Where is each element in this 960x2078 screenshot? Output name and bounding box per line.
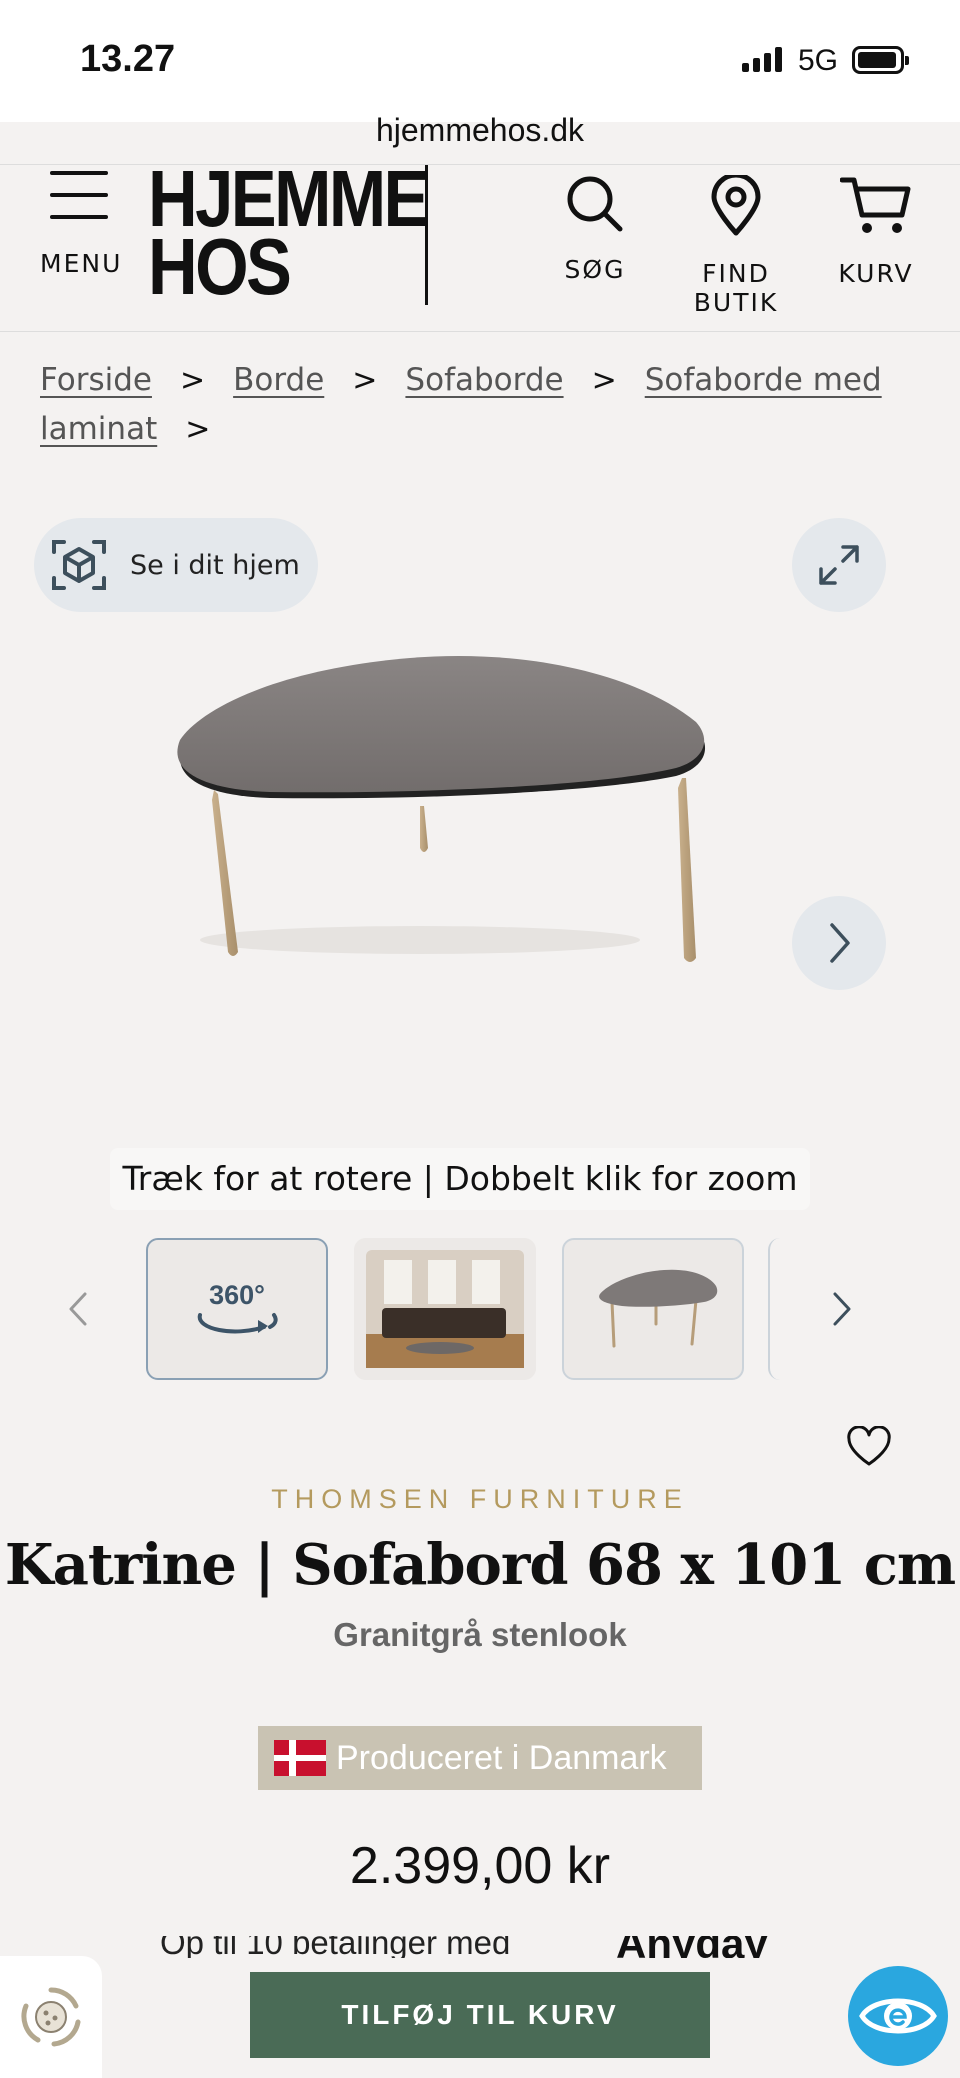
cart-header-button[interactable]: KURV [836,175,916,305]
product-image[interactable] [120,640,760,980]
heart-icon [847,1425,891,1466]
bottom-bar: TILFØJ TIL KURV [0,1956,960,2078]
chevron-right-icon: > [185,412,211,447]
cookie-icon [21,1987,81,2047]
breadcrumb-link[interactable]: Sofaborde [405,362,563,398]
accessibility-button[interactable] [848,1966,948,2066]
thumbnail-partial [768,1238,788,1380]
menu-button[interactable]: MENU [36,165,126,295]
network-label: 5G [798,44,839,77]
find-store-button[interactable]: FIND BUTIK [656,175,816,317]
product-variant: Granitgrå stenlook [333,1616,627,1653]
thumbnail-360-label: 360° [209,1279,265,1310]
chevron-right-icon: > [352,363,378,398]
breadcrumb-link[interactable]: Borde [233,362,324,398]
see-in-home-label: Se i dit hjem [130,549,300,581]
thumbnail-room-photo[interactable] [354,1238,536,1380]
product-title: Katrine | Sofabord 68 x 101 cm [4,1532,956,1598]
find-store-label: FIND BUTIK [693,259,779,317]
chevron-right-icon [830,923,850,963]
chevron-left-icon [69,1292,87,1326]
chevron-right-icon: > [591,363,617,398]
accessibility-eye-icon [859,1998,937,2034]
chevron-right-icon: > [179,363,206,398]
product-price: 2.399,00 kr [349,1837,611,1895]
location-pin-icon [711,175,761,236]
next-image-button[interactable] [792,896,886,990]
table-thumbnail-image [599,1269,718,1348]
search-icon [567,176,623,232]
chevron-right-icon [833,1292,851,1326]
room-scene-image [354,1238,536,1380]
see-in-home-button[interactable]: Se i dit hjem [34,518,318,612]
product-brand[interactable]: THOMSEN FURNITURE [0,1484,960,1515]
breadcrumb: Forside > Borde > Sofaborde > Sofaborde med la… [40,356,920,454]
cart-label: KURV [838,259,914,288]
ar-cube-icon [52,540,106,590]
cookie-settings-button[interactable] [0,1956,102,2078]
thumbnails-prev-button[interactable] [58,1284,98,1334]
cart-icon [840,177,911,233]
breadcrumb-link[interactable]: Forside [40,362,152,398]
search-button[interactable]: SØG [558,175,632,305]
site-header: MENU HJEMME HOS SØG FIND BUTIK KURV [0,159,960,332]
thumbnail-360[interactable]: 360° [146,1238,328,1380]
add-to-cart-button[interactable]: TILFØJ TIL KURV [250,1972,710,2058]
favorite-button[interactable] [846,1425,892,1472]
danish-flag-icon [274,1740,326,1776]
address-bar[interactable]: hjemmehos.dk [0,112,960,149]
hamburger-icon [50,171,108,237]
search-label: SØG [564,255,626,284]
rotate-zoom-hint: Træk for at rotere | Dobbelt klik for zo… [110,1148,810,1210]
battery-icon [852,46,909,74]
expand-icon [819,545,859,585]
signal-icon [742,46,782,72]
rotate-360-icon [197,1312,278,1333]
status-time: 13.27 [80,38,176,80]
installments-info: Op til 10 betalinger med Anyday [160,1936,800,1958]
thumbnail-product[interactable] [562,1238,744,1380]
made-in-badge: Produceret i Danmark [258,1726,702,1790]
fullscreen-button[interactable] [792,518,886,612]
thumbnails-next-button[interactable] [822,1284,862,1334]
logo-line-2: HOS [148,222,292,311]
status-bar: 13.27 5G [0,0,960,122]
menu-label: MENU [40,249,123,278]
installments-provider: Anyday [616,1936,768,1958]
site-logo[interactable]: HJEMME HOS [148,159,429,311]
made-in-label: Produceret i Danmark [336,1738,667,1777]
installments-text: Op til 10 betalinger med [160,1936,511,1958]
